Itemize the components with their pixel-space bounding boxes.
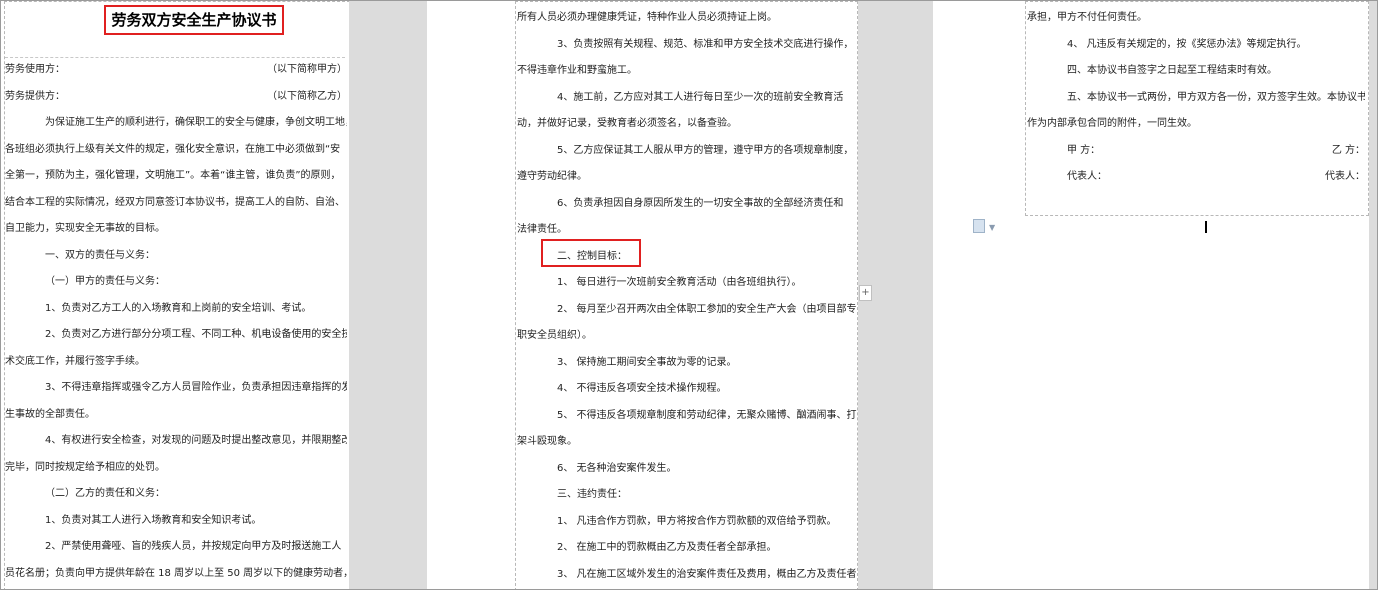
- line-right-label: （以下简称乙方）: [267, 90, 347, 102]
- line-left-label: 劳务使用方：: [5, 64, 65, 75]
- text-line: 3、不得违章指挥或强令乙方人员冒险作业，负责承担因违章指挥的发: [45, 382, 347, 393]
- add-row-icon[interactable]: +: [859, 285, 872, 301]
- page-3-body: 承担，甲方不付任何责任。 4、 凡违反有关规定的，按《奖惩办法》等规定执行。 四、本…: [1027, 5, 1365, 213]
- text-line: 生事故的全部责任。: [5, 408, 95, 420]
- page-2[interactable]: 所有人员必须办理健康凭证，特种作业人员必须持证上岗。 3、负责按照有关规程、规范、…: [427, 1, 858, 589]
- text-line: 各班组必须执行上级有关文件的规定，强化安全意识，在施工中必须做到“安: [5, 143, 341, 155]
- line-right-label: 乙 方：: [1331, 144, 1365, 156]
- text-line: （一）甲方的责任与义务：: [45, 276, 165, 287]
- text-cursor: [1205, 221, 1207, 233]
- line-left-label: 劳务提供方：: [5, 90, 65, 102]
- text-line: 代表人： 代表人：: [1027, 164, 1365, 190]
- text-line: 1、 凡违合作方罚款，甲方将按合作方罚款额的双倍给予罚款。: [557, 515, 837, 527]
- line-left-label: 甲 方：: [1067, 144, 1101, 156]
- text-line: 承担，甲方不付任何责任。: [1027, 12, 1147, 23]
- text-line: 术交底工作，并履行签字手续。: [5, 355, 145, 367]
- text-line: 动，并做好记录，受教育者必须签名，以备查验。: [517, 118, 737, 129]
- line-right-label: （以下简称甲方）: [267, 64, 347, 75]
- page-gap: [349, 1, 427, 589]
- text-line: 劳务使用方： （以下简称甲方）: [5, 57, 347, 83]
- text-line: 架斗殴现象。: [517, 436, 577, 447]
- text-line: 结合本工程的实际情况，经双方同意签订本协议书，提高工人的自防、自治、: [5, 196, 345, 208]
- text-line: 职安全员组织）。: [517, 330, 592, 341]
- text-line: 1、负责对乙方工人的入场教育和上岗前的安全培训、考试。: [45, 302, 312, 314]
- text-line: 遵守劳动纪律。: [517, 171, 587, 182]
- text-line: 四、本协议书自签字之日起至工程结束时有效。: [1067, 65, 1277, 76]
- page-gap: [1369, 1, 1377, 589]
- text-line: 作为内部承包合同的附件，一同生效。: [1027, 118, 1197, 129]
- text-line: 4、有权进行安全检查，对发现的问题及时提出整改意见，并限期整改: [45, 435, 347, 446]
- text-line: 4、施工前，乙方应对其工人进行每日至少一次的班前安全教育活: [557, 91, 844, 103]
- text-line: 1、负责对其工人进行入场教育和安全知识考试。: [45, 514, 262, 526]
- text-line: 3、 凡在施工区域外发生的治安案件责任及费用，概由乙方及责任者: [557, 568, 857, 580]
- text-line: 4、 不得违反各项安全技术操作规程。: [557, 383, 727, 394]
- text-line: 五、本协议书一式两份，甲方双方各一份，双方签字生效。本协议书: [1067, 91, 1365, 103]
- document-viewport: 劳务双方安全生产协议书 劳务使用方： （以下简称甲方） 劳务提供方： （以下简称乙方）…: [0, 0, 1378, 590]
- text-line: 甲 方： 乙 方：: [1027, 138, 1365, 164]
- text-line: 员花名册；负责向甲方提供年龄在 18 周岁以上至 50 周岁以下的健康劳动者，: [5, 567, 347, 579]
- text-line: 2、 每月至少召开两次由全体职工参加的安全生产大会（由项目部专: [557, 303, 857, 315]
- text-line: 所有人员必须办理健康凭证，特种作业人员必须持证上岗。: [517, 12, 777, 23]
- text-line: 2、负责对乙方进行部分分项工程、不同工种、机电设备使用的安全技: [45, 329, 347, 340]
- text-line: 劳务提供方： （以下简称乙方）: [5, 84, 347, 110]
- line-left-label: 代表人：: [1067, 171, 1107, 182]
- text-line: 2、 在施工中的罚款概由乙方及责任者全部承担。: [557, 542, 777, 553]
- text-line: 三、违约责任：: [557, 489, 627, 500]
- text-line: 完毕，同时按规定给予相应的处罚。: [5, 461, 165, 473]
- text-line: 2、严禁使用聋哑、盲的残疾人员，并按规定向甲方及时报送施工人: [45, 541, 342, 552]
- text-line: （二）乙方的责任和义务：: [45, 488, 165, 499]
- text-line: 6、负责承担因自身原因所发生的一切安全事故的全部经济责任和: [557, 197, 844, 209]
- text-line: 6、 无各种治安案件发生。: [557, 462, 677, 474]
- text-line: 5、乙方应保证其工人服从甲方的管理，遵守甲方的各项规章制度，: [557, 144, 854, 156]
- text-line: 3、负责按照有关规程、规范、标准和甲方安全技术交底进行操作，: [557, 38, 854, 50]
- text-line: 4、 凡违反有关规定的，按《奖惩办法》等规定执行。: [1067, 38, 1307, 50]
- text-line: 一、双方的责任与义务：: [45, 249, 155, 261]
- document-title: 劳务双方安全生产协议书: [104, 5, 284, 35]
- page-1-body: 劳务使用方： （以下简称甲方） 劳务提供方： （以下简称乙方） 为保证施工生产的顺利进行…: [5, 57, 347, 589]
- page-2-body: 所有人员必须办理健康凭证，特种作业人员必须持证上岗。 3、负责按照有关规程、规范、…: [517, 5, 857, 589]
- line-right-label: 代表人：: [1325, 171, 1365, 182]
- text-line: 3、 保持施工期间安全事故为零的记录。: [557, 356, 737, 368]
- text-line: 5、 不得违反各项规章制度和劳动纪律，无聚众赌博、酗酒闹事、打: [557, 409, 857, 421]
- text-line: 为保证施工生产的顺利进行，确保职工的安全与健康，争创文明工地，: [45, 117, 347, 128]
- page-3[interactable]: 承担，甲方不付任何责任。 4、 凡违反有关规定的，按《奖惩办法》等规定执行。 四、本…: [933, 1, 1369, 589]
- highlight-box-control-targets: [541, 239, 641, 267]
- text-line: 自卫能力，实现安全无事故的目标。: [5, 223, 165, 234]
- text-line: 全第一，预防为主，强化管理，文明施工”。本着“谁主管，谁负责”的原则，: [5, 170, 341, 181]
- text-line: 不得违章作业和野蛮施工。: [517, 65, 637, 76]
- text-line: 1、 每日进行一次班前安全教育活动（由各班组执行）。: [557, 277, 802, 288]
- chevron-down-icon[interactable]: ▼: [989, 223, 995, 232]
- document-icon[interactable]: [973, 219, 985, 233]
- page-1[interactable]: 劳务双方安全生产协议书 劳务使用方： （以下简称甲方） 劳务提供方： （以下简称乙方）…: [1, 1, 349, 589]
